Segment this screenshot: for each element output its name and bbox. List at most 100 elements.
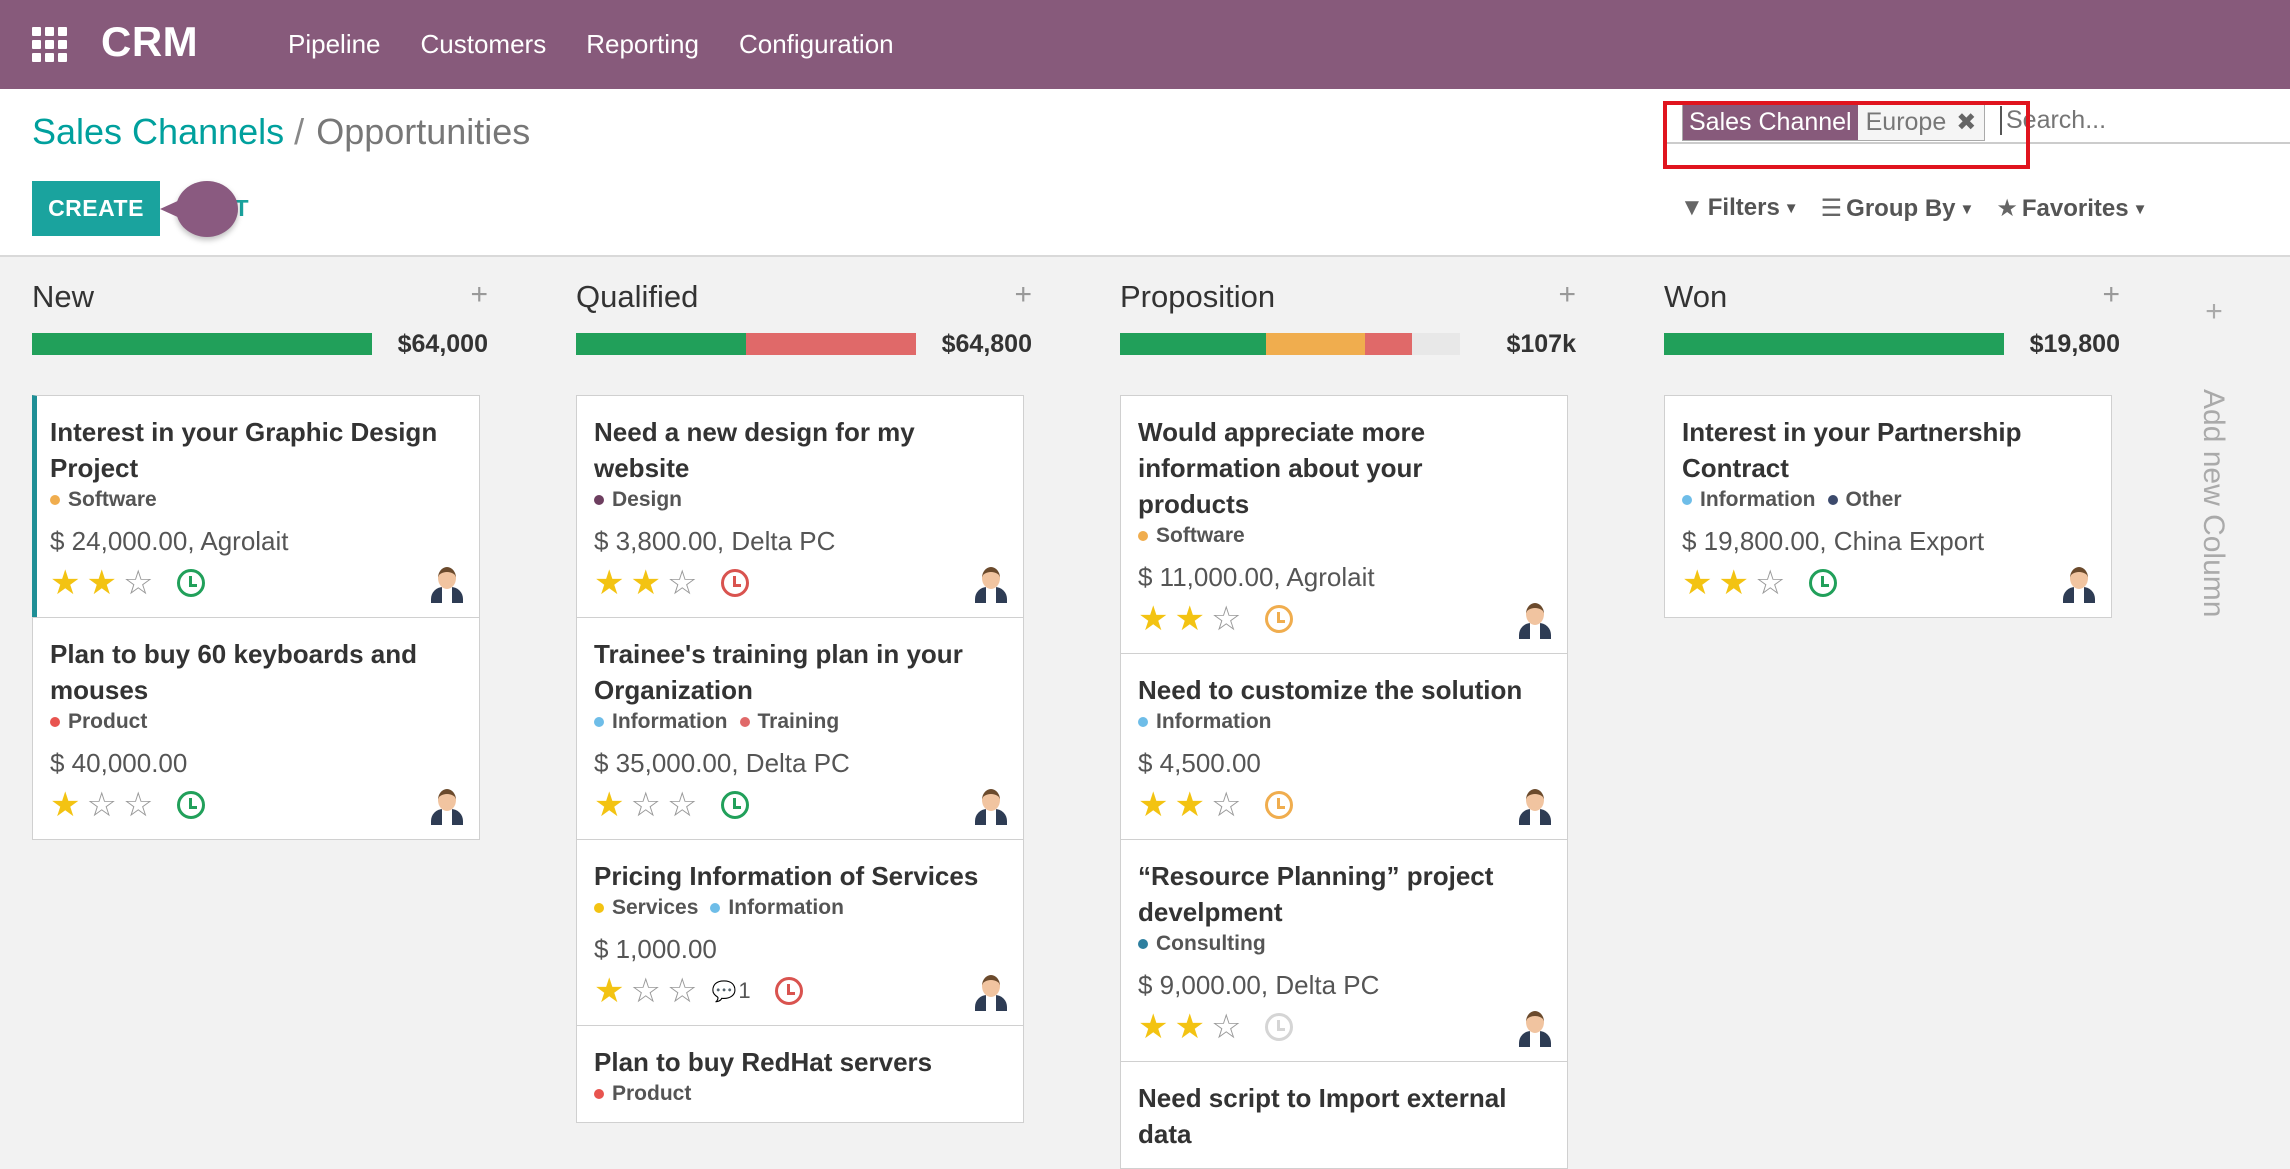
card-title[interactable]: Need to customize the solution [1138, 672, 1538, 708]
progress-segment[interactable] [746, 333, 916, 355]
tag: Product [594, 1082, 691, 1106]
star-filled-icon[interactable]: ★ [1138, 602, 1168, 636]
star-filled-icon[interactable]: ★ [1138, 788, 1168, 822]
activity-clock-icon[interactable] [721, 791, 750, 819]
star-empty-icon[interactable]: ☆ [1211, 1010, 1241, 1044]
star-empty-icon[interactable]: ☆ [667, 566, 697, 600]
star-empty-icon[interactable]: ☆ [1755, 566, 1785, 600]
message-count[interactable]: 💬 1 [711, 978, 750, 1004]
activity-clock-icon[interactable] [774, 977, 803, 1005]
column-progress-bar[interactable] [32, 333, 372, 355]
create-button[interactable]: CREATE [32, 181, 160, 236]
activity-clock-icon[interactable] [721, 569, 750, 597]
card-title[interactable]: Plan to buy RedHat servers [594, 1044, 994, 1080]
column-add-icon[interactable]: + [1558, 278, 1576, 312]
progress-segment[interactable] [1364, 333, 1413, 355]
menu-item-reporting[interactable]: Reporting [586, 29, 699, 60]
opportunity-card[interactable]: Interest in your Partnership Contract Inf… [1664, 395, 2112, 618]
star-filled-icon[interactable]: ★ [50, 566, 80, 600]
activity-clock-icon[interactable] [1265, 791, 1294, 819]
column-title[interactable]: New [32, 279, 94, 315]
opportunity-card[interactable]: Plan to buy RedHat servers Product [576, 1025, 1024, 1123]
column-title[interactable]: Proposition [1120, 279, 1275, 315]
column-title[interactable]: Qualified [576, 279, 698, 315]
card-title[interactable]: Pricing Information of Services [594, 858, 994, 894]
opportunity-card[interactable]: Pricing Information of Services Services I… [576, 839, 1024, 1026]
progress-segment[interactable] [1266, 333, 1365, 355]
star-filled-icon[interactable]: ★ [1138, 1010, 1168, 1044]
progress-segment[interactable] [32, 333, 372, 355]
activity-clock-icon[interactable] [1809, 569, 1838, 597]
column-progress-bar[interactable] [1664, 333, 2004, 355]
favorites-dropdown[interactable]: ★ Favorites ▼ [1996, 194, 2147, 223]
star-filled-icon[interactable]: ★ [594, 566, 624, 600]
opportunity-card[interactable]: Need to customize the solution Informatio… [1120, 653, 1568, 840]
group-by-dropdown[interactable]: ☰ Group By ▼ [1821, 194, 1975, 223]
opportunity-card[interactable]: Interest in your Graphic Design Project S… [32, 395, 480, 618]
star-empty-icon[interactable]: ☆ [86, 788, 116, 822]
star-filled-icon[interactable]: ★ [1682, 566, 1712, 600]
highlight-box [1663, 101, 2030, 169]
menu-item-customers[interactable]: Customers [421, 29, 547, 60]
activity-clock-icon[interactable] [1265, 1013, 1294, 1041]
progress-segment[interactable] [1664, 333, 2004, 355]
card-title[interactable]: Need a new design for my website [594, 414, 994, 486]
column-add-icon[interactable]: + [470, 278, 488, 312]
card-title[interactable]: Interest in your Graphic Design Project [50, 414, 450, 486]
card-footer: ★ ★ ☆ [1138, 1009, 1551, 1045]
tag-name: Design [612, 488, 683, 511]
star-empty-icon[interactable]: ☆ [1211, 788, 1241, 822]
star-filled-icon[interactable]: ★ [594, 788, 624, 822]
progress-segment[interactable] [1120, 333, 1267, 355]
column-progress-bar[interactable] [576, 333, 916, 355]
breadcrumb-parent[interactable]: Sales Channels [32, 111, 284, 152]
opportunity-card[interactable]: Need a new design for my website Design $ … [576, 395, 1024, 618]
plus-icon[interactable]: + [2192, 295, 2236, 329]
apps-grid-icon[interactable] [32, 27, 68, 63]
activity-clock-icon[interactable] [177, 569, 206, 597]
card-title[interactable]: Trainee's training plan in your Organiza… [594, 636, 994, 708]
star-filled-icon[interactable]: ★ [1174, 788, 1204, 822]
opportunity-card[interactable]: Would appreciate more information about … [1120, 395, 1568, 654]
star-empty-icon[interactable]: ☆ [630, 788, 660, 822]
menu-item-configuration[interactable]: Configuration [739, 29, 894, 60]
search-input[interactable] [2000, 106, 2280, 135]
star-filled-icon[interactable]: ★ [1718, 566, 1748, 600]
card-title[interactable]: Interest in your Partnership Contract [1682, 414, 2082, 486]
card-title[interactable]: Plan to buy 60 keyboards and mouses [50, 636, 450, 708]
column-title[interactable]: Won [1664, 279, 1727, 315]
progress-segment[interactable] [1412, 333, 1460, 355]
menu-item-pipeline[interactable]: Pipeline [288, 29, 381, 60]
star-empty-icon[interactable]: ☆ [1211, 602, 1241, 636]
star-empty-icon[interactable]: ☆ [123, 788, 153, 822]
opportunity-card[interactable]: Plan to buy 60 keyboards and mouses Produ… [32, 617, 480, 840]
star-filled-icon[interactable]: ★ [1174, 602, 1204, 636]
opportunity-card[interactable]: Need script to Import external data [1120, 1061, 1568, 1169]
star-filled-icon[interactable]: ★ [630, 566, 660, 600]
star-empty-icon[interactable]: ☆ [667, 788, 697, 822]
column-progress-bar[interactable] [1120, 333, 1460, 355]
opportunity-card[interactable]: “Resource Planning” project develpment Co… [1120, 839, 1568, 1062]
app-brand[interactable]: CRM [101, 18, 198, 66]
add-column-label[interactable]: Add new Column [2196, 389, 2230, 617]
star-empty-icon[interactable]: ☆ [123, 566, 153, 600]
column-total: $64,000 [397, 330, 488, 358]
activity-clock-icon[interactable] [1265, 605, 1294, 633]
activity-clock-icon[interactable] [177, 791, 206, 819]
add-column[interactable]: + Add new Column [2192, 295, 2236, 617]
card-title[interactable]: “Resource Planning” project develpment [1138, 858, 1538, 930]
star-filled-icon[interactable]: ★ [86, 566, 116, 600]
opportunity-card[interactable]: Trainee's training plan in your Organiza… [576, 617, 1024, 840]
star-filled-icon[interactable]: ★ [50, 788, 80, 822]
progress-segment[interactable] [576, 333, 746, 355]
card-title[interactable]: Would appreciate more information about … [1138, 414, 1538, 522]
card-tags: Information Training [594, 710, 1007, 734]
card-title[interactable]: Need script to Import external data [1138, 1080, 1538, 1152]
column-add-icon[interactable]: + [1014, 278, 1032, 312]
star-filled-icon[interactable]: ★ [1174, 1010, 1204, 1044]
column-add-icon[interactable]: + [2102, 278, 2120, 312]
star-filled-icon[interactable]: ★ [594, 974, 624, 1008]
star-empty-icon[interactable]: ☆ [630, 974, 660, 1008]
filters-dropdown[interactable]: ▼ Filters ▼ [1680, 194, 1799, 223]
star-empty-icon[interactable]: ☆ [667, 974, 697, 1008]
